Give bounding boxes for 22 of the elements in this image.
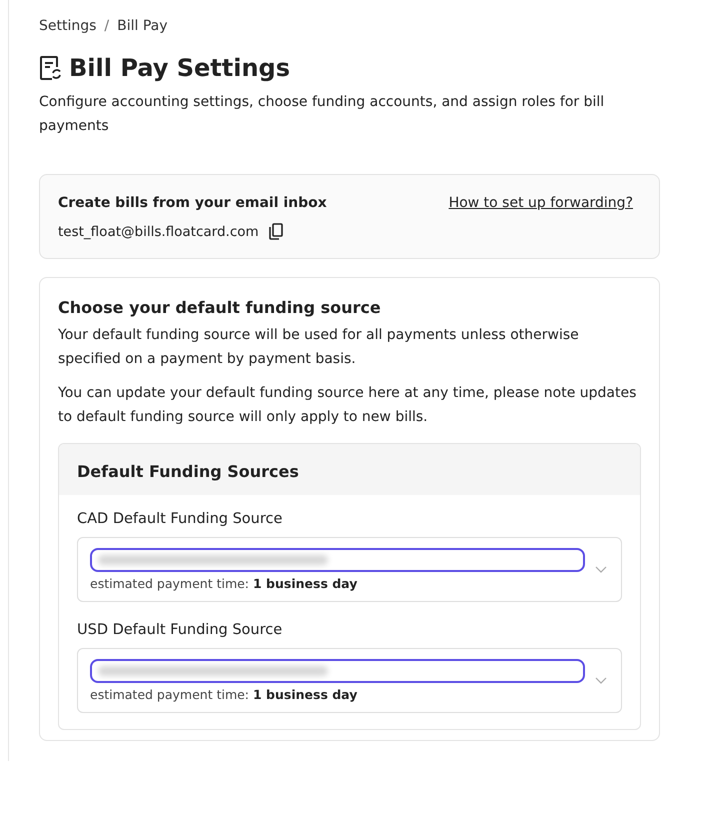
card-title: Choose your default funding source: [58, 298, 382, 317]
copy-icon[interactable]: [268, 223, 283, 240]
panel-title: Default Funding Sources: [77, 462, 299, 481]
chevron-down-icon: [595, 676, 607, 684]
forwarding-help-link[interactable]: How to set up forwarding?: [448, 195, 633, 211]
breadcrumb-item[interactable]: Settings: [39, 18, 96, 34]
breadcrumb-item: Bill Pay: [117, 18, 168, 34]
card-title: Create bills from your email inbox: [58, 195, 327, 211]
card-paragraph: Your default funding source will be used for all payments unless otherwise specified on a payment by payment basis.: [58, 326, 580, 369]
payment-time-hint: estimated payment time: 1 business day: [90, 576, 358, 591]
page-description: Configure accounting settings, choose funding accounts, and assign roles for bill payments: [39, 93, 606, 136]
field-label: CAD Default Funding Source: [77, 511, 284, 529]
chevron-down-icon: [595, 566, 607, 574]
funding-source-select[interactable]: estimated payment time: 1 business day: [77, 537, 622, 602]
field-label: USD Default Funding Source: [77, 622, 284, 640]
breadcrumb-separator: /: [104, 18, 110, 34]
card-paragraph: You can update your default funding source here at any time, please note updates to default funding source will only apply to new bills.: [58, 384, 638, 427]
document-icon: [39, 55, 61, 81]
payment-time-hint: estimated payment time: 1 business day: [90, 687, 358, 702]
email-address: test_float@bills.floatcard.com: [58, 224, 259, 240]
funding-source-select[interactable]: estimated payment time: 1 business day: [77, 648, 622, 713]
page-title: Bill Pay Settings: [69, 54, 290, 82]
